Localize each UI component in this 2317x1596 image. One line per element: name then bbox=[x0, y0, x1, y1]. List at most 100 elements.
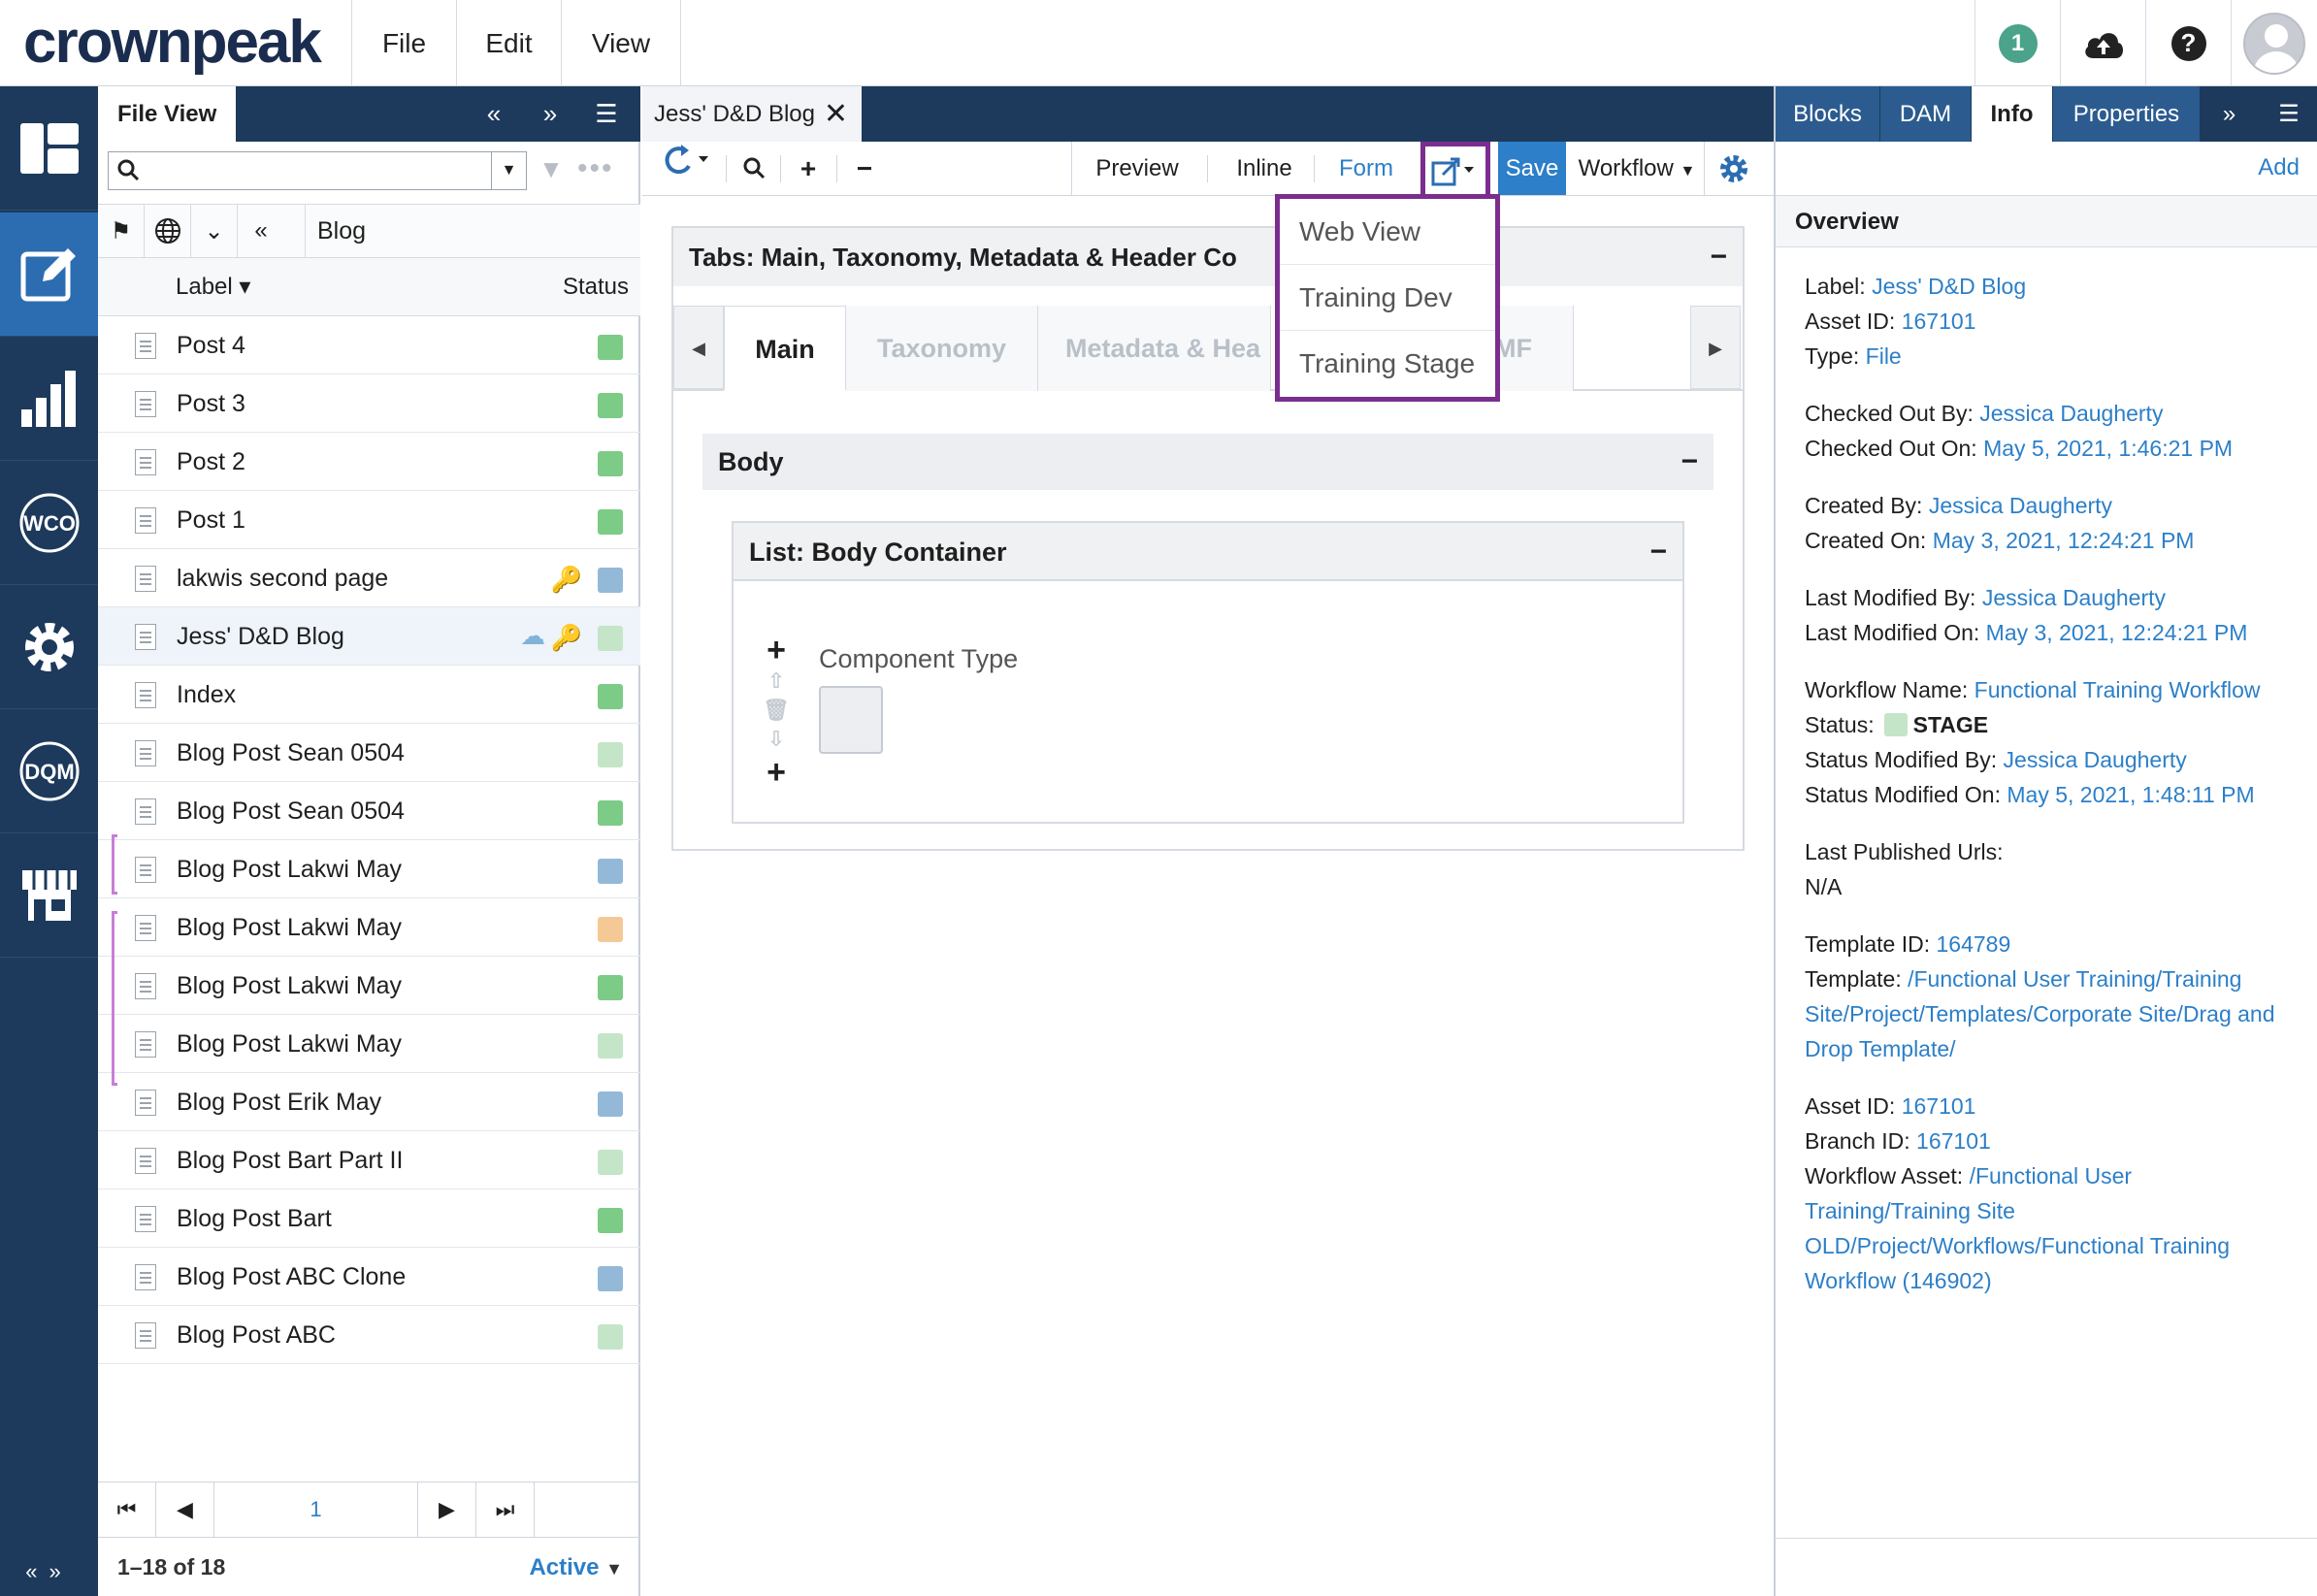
nav-collapse-toggle[interactable]: «» bbox=[0, 1547, 98, 1596]
expand-all-button[interactable]: + bbox=[786, 142, 831, 195]
inline-button[interactable]: Inline bbox=[1219, 142, 1310, 195]
cloud-upload-button[interactable] bbox=[2060, 0, 2145, 86]
add-link[interactable]: Add bbox=[2258, 154, 2300, 181]
crownpeak-logo[interactable]: crownpeak bbox=[23, 12, 353, 74]
add-item-below-icon[interactable]: + bbox=[763, 754, 790, 792]
info-value[interactable]: May 3, 2021, 12:24:21 PM bbox=[1986, 620, 2248, 645]
file-row[interactable]: Blog Post ABC Clone bbox=[98, 1248, 640, 1306]
panel-menu-icon[interactable]: ☰ bbox=[2259, 86, 2317, 142]
label-column-header[interactable]: Label ▾ bbox=[176, 258, 250, 316]
file-row[interactable]: Blog Post Bart Part II bbox=[98, 1131, 640, 1189]
menu-item-training-stage[interactable]: Training Stage bbox=[1280, 331, 1495, 397]
list-header[interactable]: List: Body Container − bbox=[734, 523, 1682, 581]
file-row[interactable]: Blog Post Lakwi May bbox=[98, 898, 640, 957]
nav-content[interactable] bbox=[0, 212, 98, 337]
info-value[interactable]: 167101 bbox=[1916, 1128, 1991, 1154]
info-value[interactable]: May 5, 2021, 1:48:11 PM bbox=[2007, 782, 2254, 807]
settings-button[interactable] bbox=[1710, 142, 1758, 195]
save-button[interactable]: Save bbox=[1498, 142, 1566, 195]
file-row[interactable]: Post 4 bbox=[98, 316, 640, 375]
info-value[interactable]: File bbox=[1866, 343, 1902, 369]
form-button[interactable]: Form bbox=[1322, 142, 1411, 195]
search-dropdown-icon[interactable]: ▼ bbox=[491, 152, 526, 189]
page-number[interactable]: 1 bbox=[214, 1482, 418, 1537]
nav-analytics[interactable] bbox=[0, 337, 98, 461]
info-value[interactable]: May 5, 2021, 1:46:21 PM bbox=[1983, 436, 2233, 461]
info-value[interactable]: 167101 bbox=[1902, 1093, 1976, 1119]
tab-scroll-left-icon[interactable]: ◀ bbox=[673, 306, 724, 389]
editor-tab[interactable]: Jess' D&D Blog ✕ bbox=[642, 86, 862, 142]
menu-item-training-dev[interactable]: Training Dev bbox=[1280, 265, 1495, 331]
filter-icon[interactable]: ▼ bbox=[537, 154, 566, 187]
help-button[interactable]: ? bbox=[2145, 0, 2231, 86]
breadcrumb[interactable]: Blog bbox=[305, 205, 366, 257]
preview-button[interactable]: Preview bbox=[1085, 142, 1190, 195]
file-row[interactable]: lakwis second page 🔑 bbox=[98, 549, 640, 607]
back-icon[interactable]: « bbox=[238, 205, 284, 257]
menu-edit[interactable]: Edit bbox=[456, 0, 561, 86]
file-row[interactable]: Index bbox=[98, 666, 640, 724]
file-row[interactable]: Blog Post Erik May bbox=[98, 1073, 640, 1131]
tab-blocks[interactable]: Blocks bbox=[1776, 86, 1880, 142]
nav-dqm[interactable]: DQM bbox=[0, 709, 98, 833]
notifications-button[interactable]: 1 bbox=[1974, 0, 2060, 86]
workflow-dropdown[interactable]: Workflow ▼ bbox=[1572, 142, 1702, 195]
collapse-icon[interactable]: − bbox=[1681, 434, 1698, 490]
file-row[interactable]: Jess' D&D Blog ☁ 🔑 bbox=[98, 607, 640, 666]
info-value[interactable]: Jessica Daugherty bbox=[1979, 401, 2163, 426]
tab-info[interactable]: Info bbox=[1972, 86, 2053, 142]
file-row[interactable]: Post 2 bbox=[98, 433, 640, 491]
file-row[interactable]: Post 3 bbox=[98, 375, 640, 433]
expand-all-icon[interactable]: ⌄ bbox=[191, 205, 238, 257]
panel-menu-icon[interactable]: ☰ bbox=[579, 86, 634, 142]
info-value[interactable]: Jessica Daugherty bbox=[1982, 585, 2166, 610]
user-menu-button[interactable] bbox=[2231, 0, 2317, 86]
file-row[interactable]: Post 1 bbox=[98, 491, 640, 549]
status-column-header[interactable]: Status bbox=[563, 258, 629, 316]
tab-metadata-header[interactable]: Metadata & Hea bbox=[1038, 306, 1271, 391]
info-value[interactable]: Functional Training Workflow bbox=[1974, 677, 2261, 702]
file-row[interactable]: Blog Post Sean 0504 bbox=[98, 724, 640, 782]
zoom-button[interactable] bbox=[732, 142, 776, 195]
refresh-button[interactable] bbox=[650, 142, 720, 195]
tab-mf[interactable]: MF bbox=[1494, 306, 1574, 391]
file-row[interactable]: Blog Post Sean 0504 bbox=[98, 782, 640, 840]
tab-main[interactable]: Main bbox=[724, 306, 846, 391]
status-filter-dropdown[interactable]: Active ▼ bbox=[529, 1539, 623, 1596]
flag-icon[interactable]: ⚑ bbox=[98, 205, 145, 257]
tab-properties[interactable]: Properties bbox=[2053, 86, 2201, 142]
add-item-above-icon[interactable]: + bbox=[763, 632, 790, 669]
info-value[interactable]: Jess' D&D Blog bbox=[1872, 274, 2026, 299]
info-value[interactable]: May 3, 2021, 12:24:21 PM bbox=[1933, 528, 2195, 553]
first-page-button[interactable]: ⏮ bbox=[98, 1482, 156, 1537]
tabs-section-header[interactable]: Tabs: Main, Taxonomy, Metadata & Header … bbox=[673, 228, 1743, 286]
info-value[interactable]: Jessica Daugherty bbox=[2004, 747, 2187, 772]
expand-right-icon[interactable]: » bbox=[523, 86, 577, 142]
tab-dam[interactable]: DAM bbox=[1880, 86, 1972, 142]
collapse-icon[interactable]: − bbox=[1710, 228, 1727, 286]
tab-taxonomy[interactable]: Taxonomy bbox=[846, 306, 1038, 391]
tab-scroll-right-icon[interactable]: ▶ bbox=[1690, 306, 1741, 389]
close-icon[interactable]: ✕ bbox=[824, 86, 848, 142]
more-options-icon[interactable]: ••• bbox=[577, 152, 614, 185]
prev-page-button[interactable]: ◀ bbox=[156, 1482, 214, 1537]
info-value[interactable]: Jessica Daugherty bbox=[1929, 493, 2112, 518]
nav-marketplace[interactable] bbox=[0, 833, 98, 958]
globe-icon[interactable] bbox=[145, 205, 191, 257]
file-search-input[interactable]: ▼ bbox=[108, 151, 527, 190]
menu-item-web-view[interactable]: Web View bbox=[1280, 199, 1495, 265]
file-row[interactable]: Blog Post Lakwi May bbox=[98, 1015, 640, 1073]
nav-wco[interactable]: WCO bbox=[0, 461, 98, 585]
info-value[interactable]: 167101 bbox=[1902, 309, 1976, 334]
menu-view[interactable]: View bbox=[561, 0, 681, 86]
nav-settings[interactable] bbox=[0, 585, 98, 709]
body-section-header[interactable]: Body − bbox=[702, 434, 1713, 490]
expand-right-icon[interactable]: » bbox=[2201, 86, 2259, 142]
file-row[interactable]: Blog Post Bart bbox=[98, 1189, 640, 1248]
last-page-button[interactable]: ⏭ bbox=[476, 1482, 535, 1537]
collapse-left-icon[interactable]: « bbox=[467, 86, 521, 142]
file-row[interactable]: Blog Post Lakwi May bbox=[98, 957, 640, 1015]
collapse-icon[interactable]: − bbox=[1649, 523, 1667, 581]
nav-dashboard[interactable] bbox=[0, 86, 98, 211]
collapse-all-button[interactable]: − bbox=[842, 142, 887, 195]
